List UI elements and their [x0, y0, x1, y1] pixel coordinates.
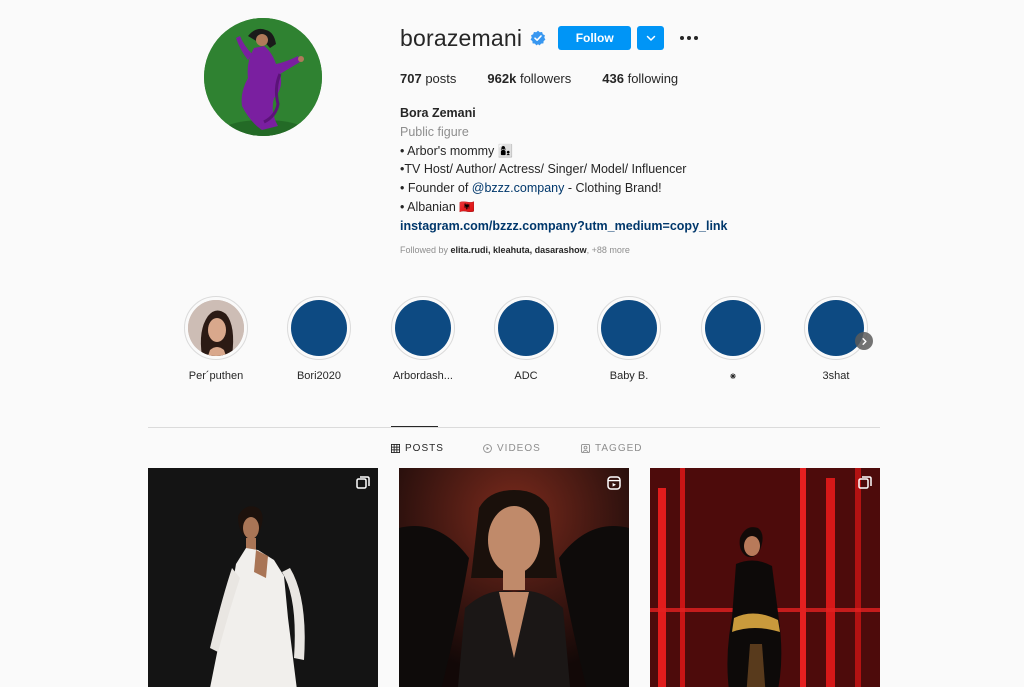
- bio-line: • Founder of @bzzz.company - Clothing Br…: [400, 179, 728, 198]
- highlight-cover: [601, 300, 657, 356]
- story-highlights: Per´puthen Bori2020 Arbordash... ADC Bab…: [148, 296, 880, 388]
- active-tab-indicator: [391, 426, 438, 427]
- following-count-value: 436: [602, 71, 624, 86]
- post-thumbnail[interactable]: [650, 468, 880, 687]
- highlight-cover: [291, 300, 347, 356]
- highlight-ring: [701, 296, 765, 360]
- tabs-divider: [148, 427, 880, 428]
- carousel-icon: [356, 476, 370, 489]
- avatar-photo: [204, 18, 322, 136]
- highlight-item[interactable]: ADC: [481, 296, 571, 382]
- posts-count-label: posts: [425, 71, 457, 86]
- full-name: Bora Zemani: [400, 106, 476, 120]
- highlight-label: ADC: [514, 370, 538, 382]
- highlight-label: Per´puthen: [188, 370, 244, 382]
- bio-text: - Clothing Brand!: [564, 181, 662, 196]
- follow-button[interactable]: Follow: [558, 26, 632, 50]
- profile-top-row: borazemani Follow: [400, 24, 700, 51]
- tab-tagged[interactable]: TAGGED: [581, 443, 642, 454]
- verified-badge-icon: [530, 30, 546, 46]
- highlight-item[interactable]: ⁕: [688, 296, 778, 383]
- highlight-ring: [287, 296, 351, 360]
- highlight-label: Bori2020: [296, 370, 342, 382]
- followers-link[interactable]: 962k followers: [487, 71, 571, 86]
- profile-tabs: POSTS VIDEOS TAGGED: [391, 443, 642, 454]
- post-photo: [399, 468, 629, 687]
- highlight-label: Baby B.: [609, 370, 649, 382]
- highlight-item[interactable]: Per´puthen: [171, 296, 261, 382]
- tab-posts-label: POSTS: [405, 443, 444, 454]
- tab-tagged-label: TAGGED: [595, 443, 643, 454]
- highlight-label: Arbordash...: [393, 370, 453, 382]
- carousel-icon: [858, 476, 872, 489]
- highlight-ring: [391, 296, 455, 360]
- followed-by-prefix: Followed by: [400, 245, 449, 255]
- highlight-item[interactable]: Arbordash...: [378, 296, 468, 382]
- post-thumbnail[interactable]: [148, 468, 378, 687]
- bio-line: • Arbor's mommy 👩‍👦: [400, 143, 514, 158]
- followed-by-more: +88 more: [591, 245, 630, 255]
- highlight-ring: [184, 296, 248, 360]
- bio-text: • Founder of: [400, 181, 472, 196]
- bio-mention-link[interactable]: @bzzz.company: [472, 181, 565, 195]
- profile-stats: 707 posts 962k followers 436 following: [400, 71, 709, 86]
- post-photo: [148, 468, 378, 687]
- external-link[interactable]: instagram.com/bzzz.company?utm_medium=co…: [400, 217, 728, 236]
- posts-count-value: 707: [400, 71, 422, 86]
- following-count-label: following: [627, 71, 679, 86]
- highlight-ring: [597, 296, 661, 360]
- post-photo: [650, 468, 880, 687]
- highlight-item[interactable]: Bori2020: [274, 296, 364, 382]
- reel-icon: [607, 476, 621, 490]
- highlight-label: 3shat: [822, 370, 850, 382]
- username: borazemani: [400, 24, 523, 51]
- tab-videos-label: VIDEOS: [497, 443, 541, 454]
- tagged-icon: [581, 444, 590, 453]
- highlight-cover-photo: [188, 300, 244, 356]
- suggested-dropdown-button[interactable]: [637, 26, 665, 50]
- profile-bio: Bora Zemani Public figure • Arbor's momm…: [400, 104, 728, 236]
- chevron-right-icon: [861, 337, 867, 345]
- chevron-down-icon: [646, 35, 655, 41]
- tab-posts[interactable]: POSTS: [391, 443, 483, 454]
- highlight-ring: [804, 296, 868, 360]
- followed-by-users: elita.rudi, kleahuta, dasarashow: [450, 245, 587, 255]
- highlight-ring: [494, 296, 558, 360]
- followed-by-separator: ,: [586, 245, 590, 255]
- more-options-icon[interactable]: [678, 26, 700, 50]
- highlight-cover: [395, 300, 451, 356]
- highlight-label: ⁕: [728, 371, 738, 383]
- profile-avatar[interactable]: [204, 18, 322, 136]
- bio-line: • Albanian 🇦🇱: [400, 199, 475, 214]
- highlight-cover: [705, 300, 761, 356]
- post-thumbnail[interactable]: [399, 468, 629, 687]
- following-link[interactable]: 436 following: [602, 71, 678, 86]
- followers-count-label: followers: [519, 71, 572, 86]
- video-icon: [483, 444, 492, 453]
- bio-line: •TV Host/ Author/ Actress/ Singer/ Model…: [400, 162, 687, 177]
- highlight-cover: [498, 300, 554, 356]
- highlight-cover: [808, 300, 864, 356]
- highlights-next-button[interactable]: [855, 332, 873, 350]
- highlight-item[interactable]: Baby B.: [584, 296, 674, 382]
- followers-count-value: 962k: [487, 71, 517, 86]
- grid-icon: [391, 444, 400, 453]
- followed-by[interactable]: Followed by elita.rudi, kleahuta, dasara…: [400, 245, 630, 255]
- category-label: Public figure: [400, 124, 469, 139]
- posts-count: 707 posts: [400, 71, 456, 86]
- tab-videos[interactable]: VIDEOS: [483, 443, 581, 454]
